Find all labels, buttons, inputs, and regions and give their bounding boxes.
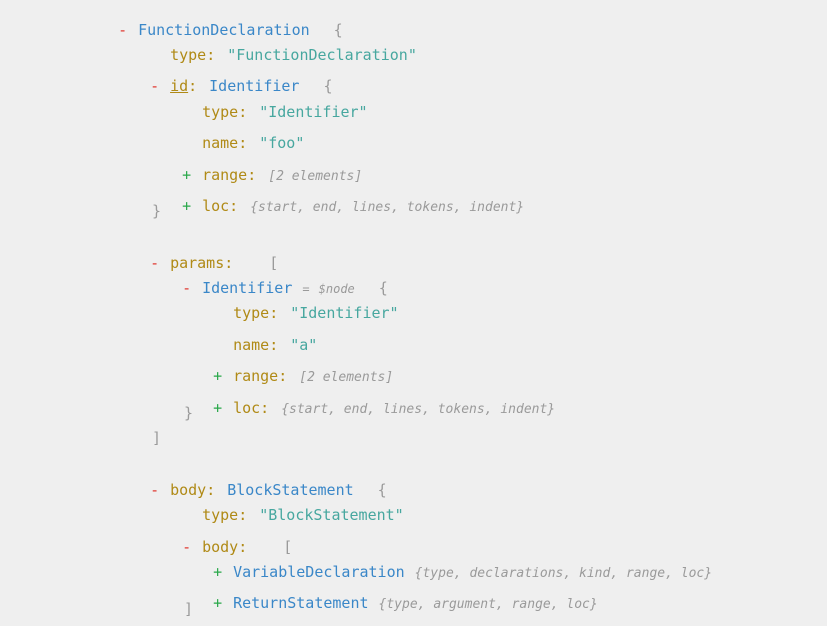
collapsed-summary[interactable]: {start, end, lines, tokens, indent} [281,402,555,417]
close-bracket: ] [152,429,162,447]
collapse-toggle[interactable]: - [118,21,138,39]
expand-toggle[interactable]: + [182,197,202,215]
expand-toggle[interactable]: + [213,399,233,417]
property-row-body: - body: BlockStatement{ [150,481,387,499]
property-row-name: name: "foo" [202,134,305,152]
close-brace: } [152,202,162,220]
collapse-toggle[interactable]: - [182,279,202,297]
property-row-type: type: "BlockStatement" [202,506,404,524]
expand-toggle[interactable]: + [213,594,233,612]
property-row-type: type: "Identifier" [233,304,399,322]
property-row-name: name: "a" [233,336,318,354]
property-row-params: - params:[ [150,254,279,272]
collapsed-summary[interactable]: {type, argument, range, loc} [379,597,598,612]
property-row-id: - id: Identifier{ [150,77,333,95]
tree-node-return-statement: + ReturnStatement {type, argument, range, … [195,576,598,612]
tree-node-variable-declaration: + VariableDeclaration {type, declarations,… [195,545,712,581]
collapse-toggle[interactable]: - [150,77,170,95]
property-row-range: + range: [2 elements] [182,166,363,184]
property-row-range: + range: [2 elements] [213,367,394,385]
collapse-toggle[interactable]: - [150,481,170,499]
property-row-type: type: "FunctionDeclaration" [170,46,417,64]
node-type-label[interactable]: ReturnStatement [233,594,368,612]
close-bracket: ] [184,600,194,618]
property-row-loc: + loc: {start, end, lines, tokens, indent} [213,399,556,417]
property-row-loc: + loc: {start, end, lines, tokens, indent} [182,197,525,215]
property-row-body: - body:[ [182,538,293,556]
tree-node-identifier: - Identifier = $node{ [182,279,388,297]
close-brace: } [184,404,194,422]
collapsed-summary[interactable]: {start, end, lines, tokens, indent} [250,200,524,215]
tree-node-function-declaration: - FunctionDeclaration{ [100,3,343,39]
property-row-type: type: "Identifier" [202,103,368,121]
